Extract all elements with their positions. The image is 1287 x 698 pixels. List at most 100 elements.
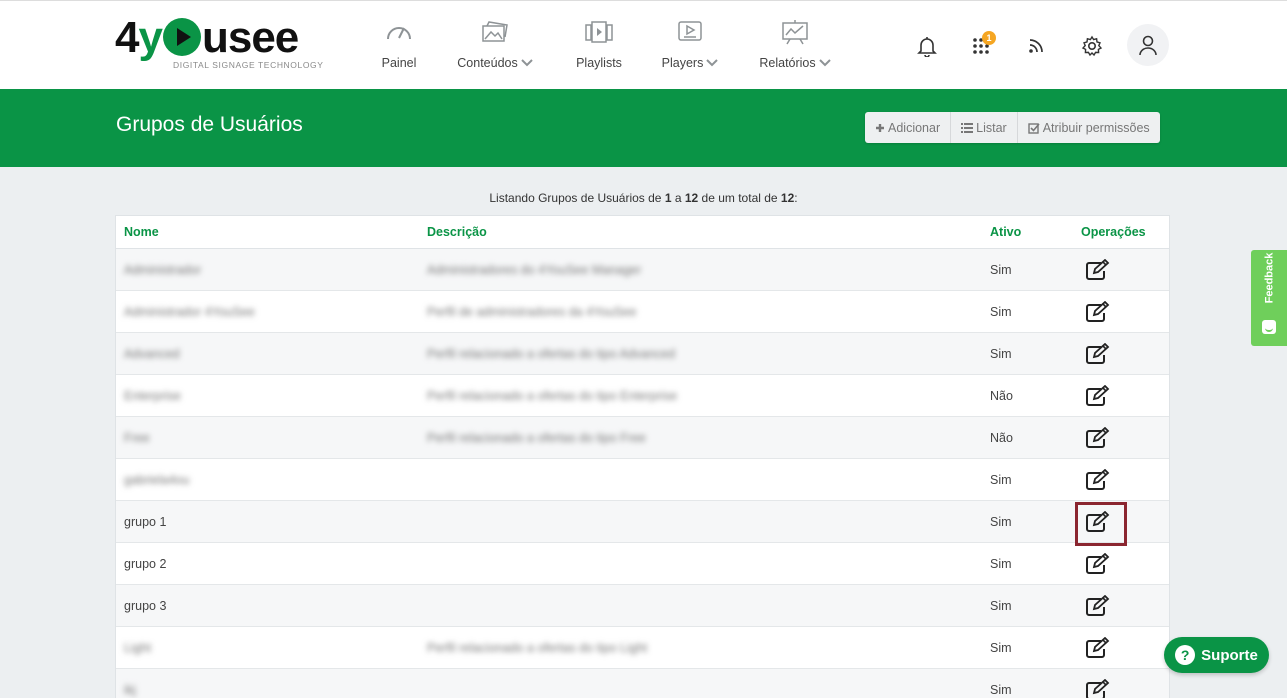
table-row: Administrador Administradores do 4YouSee … [116, 249, 1169, 291]
action-button-group: Adicionar Listar Atribuir permissões [865, 112, 1160, 143]
group-name: gabriela4ou [124, 473, 190, 487]
group-description: Perfil relacionado a ofertas do tipo Fre… [427, 431, 646, 445]
group-active-status: Sim [990, 263, 1012, 277]
report-icon [780, 18, 810, 46]
settings-button[interactable] [1071, 25, 1113, 67]
edit-icon [1086, 637, 1110, 658]
group-name: Enterprise [124, 389, 181, 403]
edit-icon [1086, 469, 1110, 490]
group-description: Administradores do 4YouSee Manager [427, 263, 642, 277]
table-row: gabriela4ou Sim [116, 459, 1169, 501]
group-active-status: Sim [990, 599, 1012, 613]
table-row: grupo 2 Sim [116, 543, 1169, 585]
nav-relatorios[interactable]: Relatórios [757, 1, 833, 90]
table-row: grupo 3 Sim [116, 585, 1169, 627]
edit-icon [1086, 301, 1110, 322]
edit-button[interactable] [1084, 594, 1112, 618]
apps-badge: 1 [982, 31, 996, 45]
edit-button[interactable] [1084, 552, 1112, 576]
nav-label: Relatórios [759, 56, 816, 70]
group-name: Advanced [124, 347, 180, 361]
apps-button[interactable]: 1 [960, 25, 1002, 67]
gear-icon [1081, 35, 1103, 57]
group-name: ikj [124, 683, 136, 697]
notifications-button[interactable] [906, 25, 948, 67]
edit-icon [1086, 679, 1110, 698]
edit-button[interactable] [1084, 468, 1112, 492]
player-icon [675, 18, 705, 46]
brand-logo[interactable]: 4y usee DIGITAL SIGNAGE TECHNOLOGY [115, 13, 323, 71]
user-menu-button[interactable] [1127, 24, 1169, 66]
table-header: Nome Descrição Ativo Operações [116, 216, 1169, 249]
table-row: ikj Sim [116, 669, 1169, 698]
group-description: Perfil relacionado a ofertas do tipo Lig… [427, 641, 648, 655]
group-name: grupo 2 [124, 557, 167, 571]
playlist-icon [584, 18, 614, 46]
group-active-status: Não [990, 431, 1013, 445]
page-title: Grupos de Usuários [116, 113, 303, 136]
edit-button[interactable] [1084, 258, 1112, 282]
group-name: Light [124, 641, 152, 655]
group-active-status: Sim [990, 473, 1012, 487]
feedback-label: Feedback [1263, 252, 1275, 304]
column-header-active[interactable]: Ativo [990, 225, 1021, 239]
table-row: Free Perfil relacionado a ofertas do tipo… [116, 417, 1169, 459]
edit-button[interactable] [1084, 384, 1112, 408]
group-name: Administrador [124, 263, 202, 277]
check-square-icon [1028, 122, 1040, 134]
edit-button[interactable] [1084, 636, 1112, 660]
table-row: Light Perfil relacionado a ofertas do tip… [116, 627, 1169, 669]
list-button[interactable]: Listar [951, 112, 1018, 143]
rss-icon [1029, 39, 1043, 53]
bell-icon [917, 37, 937, 57]
top-navbar: 4y usee DIGITAL SIGNAGE TECHNOLOGY Painel… [0, 0, 1287, 89]
table-row: Administrador 4YouSee Perfil de administr… [116, 291, 1169, 333]
list-icon [961, 122, 974, 133]
edit-button[interactable] [1084, 510, 1112, 534]
logo-play-icon [162, 18, 201, 56]
support-button[interactable]: ? Suporte [1164, 637, 1269, 673]
group-active-status: Sim [990, 515, 1012, 529]
edit-button[interactable] [1084, 678, 1112, 698]
support-label: Suporte [1201, 646, 1258, 664]
nav-painel[interactable]: Painel [379, 1, 419, 90]
group-active-status: Não [990, 389, 1013, 403]
nav-playlists[interactable]: Playlists [575, 1, 623, 90]
chevron-down-icon [818, 59, 831, 67]
group-active-status: Sim [990, 557, 1012, 571]
edit-button[interactable] [1084, 426, 1112, 450]
group-description: Perfil relacionado a ofertas do tipo Ent… [427, 389, 678, 403]
table-row: grupo 1 Sim [116, 501, 1169, 543]
feed-button[interactable] [1015, 25, 1057, 67]
plus-icon [876, 123, 884, 132]
chevron-down-icon [521, 59, 533, 67]
listing-summary: Listando Grupos de Usuários de 1 a 12 de… [489, 191, 798, 205]
group-description: Perfil de administradores da 4YouSee [427, 305, 637, 319]
feedback-tab[interactable]: Feedback [1251, 250, 1287, 346]
add-button[interactable]: Adicionar [865, 112, 952, 143]
table-row: Advanced Perfil relacionado a ofertas do … [116, 333, 1169, 375]
group-active-status: Sim [990, 683, 1012, 697]
edit-button[interactable] [1084, 300, 1112, 324]
user-icon [1139, 35, 1157, 56]
nav-conteudos[interactable]: Conteúdos [452, 1, 538, 90]
group-active-status: Sim [990, 305, 1012, 319]
group-name: Administrador 4YouSee [124, 305, 255, 319]
assign-permissions-button[interactable]: Atribuir permissões [1018, 112, 1160, 143]
table-body: Administrador Administradores do 4YouSee … [116, 249, 1169, 698]
list-button-label: Listar [976, 120, 1007, 135]
nav-label: Conteúdos [457, 56, 518, 70]
images-icon [480, 18, 510, 46]
table-row: Enterprise Perfil relacionado a ofertas d… [116, 375, 1169, 417]
assign-permissions-label: Atribuir permissões [1042, 120, 1150, 135]
edit-button[interactable] [1084, 342, 1112, 366]
column-header-name[interactable]: Nome [124, 225, 159, 239]
add-button-label: Adicionar [888, 120, 941, 135]
column-header-description[interactable]: Descrição [427, 225, 487, 239]
edit-icon [1086, 595, 1110, 616]
chevron-down-icon [706, 59, 719, 67]
logo-wordmark: 4y usee [115, 13, 299, 62]
nav-players[interactable]: Players [660, 1, 720, 90]
column-header-operations: Operações [1081, 225, 1146, 239]
user-groups-table: Nome Descrição Ativo Operações Administr… [115, 215, 1170, 698]
